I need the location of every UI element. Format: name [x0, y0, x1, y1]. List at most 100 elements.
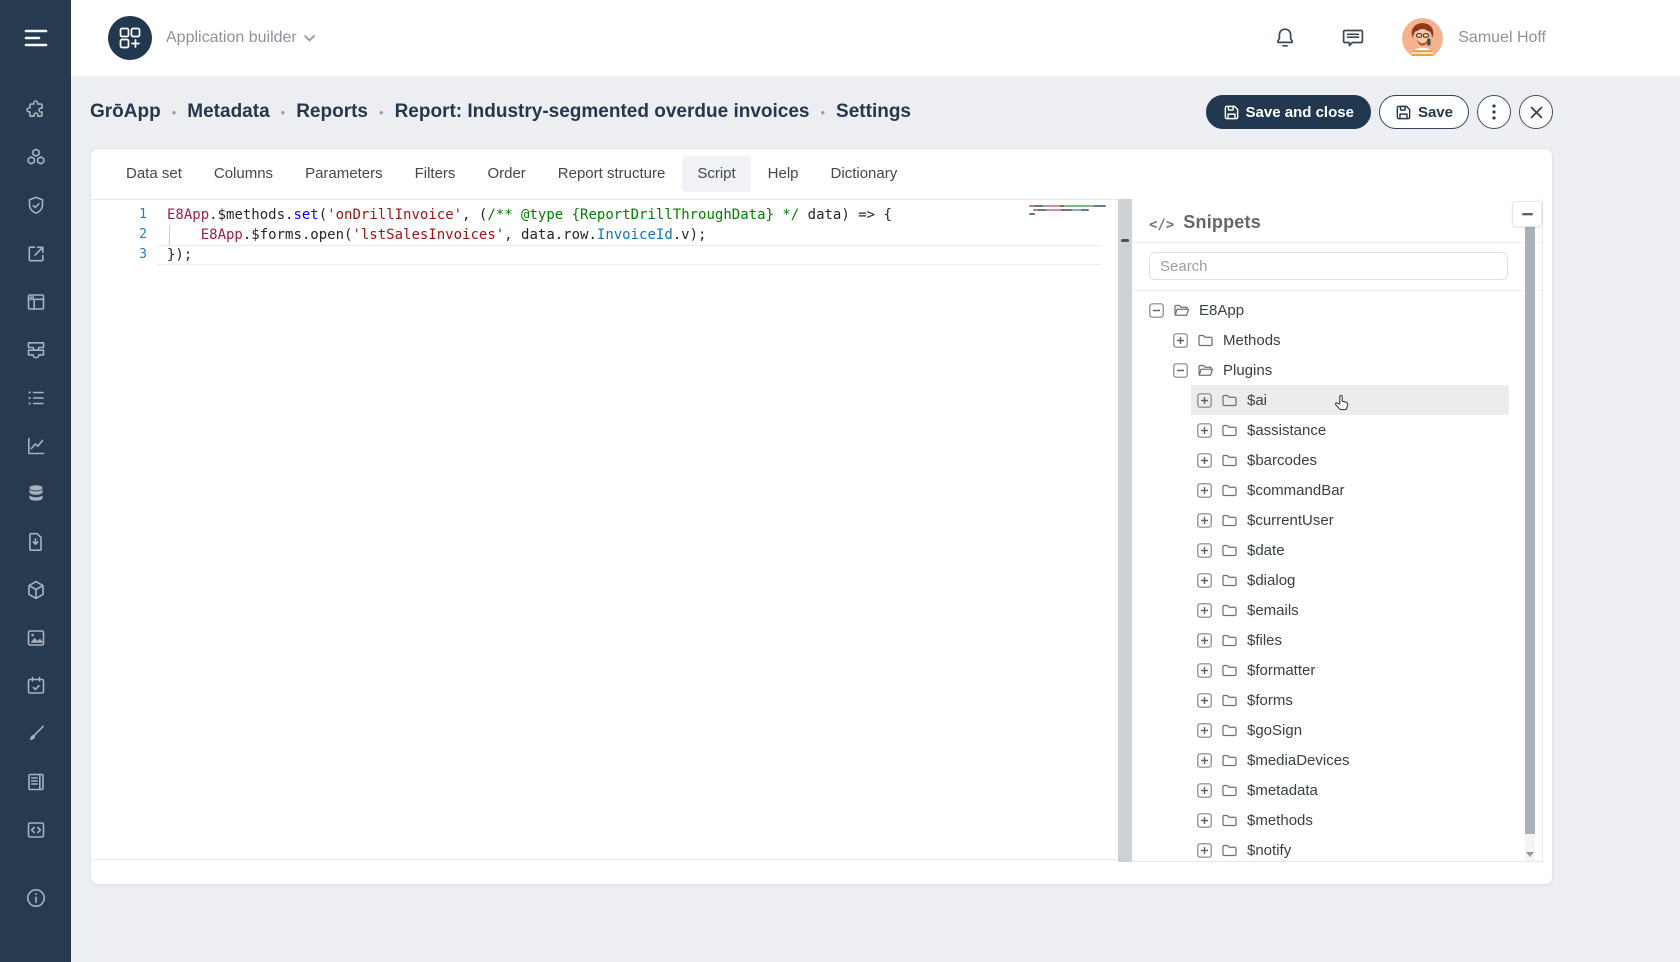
breadcrumb-item[interactable]: Report: Industry-segmented overdue invoi…	[395, 101, 810, 123]
tab-help[interactable]: Help	[753, 156, 814, 192]
calendar-check-icon[interactable]	[24, 674, 48, 698]
expand-icon[interactable]	[1197, 453, 1212, 468]
tree-item-ai[interactable]: $ai	[1191, 385, 1509, 415]
info-icon[interactable]	[24, 886, 48, 910]
expand-icon[interactable]	[1197, 843, 1212, 858]
image-icon[interactable]	[24, 626, 48, 650]
close-icon[interactable]	[1519, 95, 1553, 129]
expand-icon[interactable]	[1197, 633, 1212, 648]
code-line[interactable]: 1E8App.$methods.set('onDrillInvoice', (/…	[91, 205, 1118, 225]
expand-icon[interactable]	[1197, 423, 1212, 438]
expand-icon[interactable]	[1197, 573, 1212, 588]
app-logo[interactable]	[108, 16, 152, 60]
external-link-icon[interactable]	[24, 242, 48, 266]
tab-order[interactable]: Order	[472, 156, 540, 192]
tree-item-e8app[interactable]: E8App	[1132, 295, 1542, 325]
scrollbar-down-arrow-icon[interactable]	[1526, 852, 1534, 857]
collapse-panel-icon[interactable]	[1512, 201, 1542, 227]
app-title-label: Application builder	[166, 29, 297, 47]
tab-report-structure[interactable]: Report structure	[543, 156, 681, 192]
tree-item-metadata[interactable]: $metadata	[1132, 775, 1542, 805]
collapse-icon[interactable]	[1173, 363, 1188, 378]
expand-icon[interactable]	[1173, 333, 1188, 348]
user-avatar[interactable]	[1402, 18, 1443, 59]
hamburger-menu-icon[interactable]	[0, 0, 71, 76]
tree-item-files[interactable]: $files	[1132, 625, 1542, 655]
expand-icon[interactable]	[1197, 813, 1212, 828]
expand-icon[interactable]	[1197, 603, 1212, 618]
code-line[interactable]: 3});	[91, 245, 1118, 265]
article-icon[interactable]	[24, 770, 48, 794]
expand-icon[interactable]	[1197, 753, 1212, 768]
tree-item-formatter[interactable]: $formatter	[1132, 655, 1542, 685]
database-icon[interactable]	[24, 482, 48, 506]
expand-icon[interactable]	[1197, 663, 1212, 678]
expand-icon[interactable]	[1197, 483, 1212, 498]
cubes-icon[interactable]	[24, 146, 48, 170]
folder-icon	[1221, 483, 1238, 497]
expand-icon[interactable]	[1197, 783, 1212, 798]
expand-icon[interactable]	[1197, 543, 1212, 558]
tree-item-label: $dialog	[1247, 572, 1295, 589]
tree-item-barcodes[interactable]: $barcodes	[1132, 445, 1542, 475]
scrollbar-thumb[interactable]	[1525, 226, 1535, 834]
tree-item-forms[interactable]: $forms	[1132, 685, 1542, 715]
tree-item-notify[interactable]: $notify	[1132, 835, 1542, 859]
tree-item-emails[interactable]: $emails	[1132, 595, 1542, 625]
app-switcher[interactable]: Application builder	[166, 29, 315, 47]
save-and-close-button[interactable]: Save and close	[1206, 95, 1371, 129]
tree-item-date[interactable]: $date	[1132, 535, 1542, 565]
collapse-icon[interactable]	[1149, 303, 1164, 318]
tab-data-set[interactable]: Data set	[111, 156, 197, 192]
notifications-bell-icon[interactable]	[1272, 25, 1298, 51]
panel-splitter[interactable]	[1118, 199, 1132, 862]
breadcrumb-item[interactable]: GrōApp	[90, 101, 161, 123]
tree-item-currentuser[interactable]: $currentUser	[1132, 505, 1542, 535]
list-icon[interactable]	[24, 386, 48, 410]
expand-icon[interactable]	[1197, 393, 1212, 408]
tree-item-label: $commandBar	[1247, 482, 1345, 499]
tab-columns[interactable]: Columns	[199, 156, 288, 192]
tab-dictionary[interactable]: Dictionary	[816, 156, 913, 192]
tree-item-gosign[interactable]: $goSign	[1132, 715, 1542, 745]
tab-script[interactable]: Script	[682, 156, 750, 192]
card-content: 1E8App.$methods.set('onDrillInvoice', (/…	[91, 199, 1552, 885]
tree-item-methods[interactable]: Methods	[1132, 325, 1542, 355]
tree-item-assistance[interactable]: $assistance	[1132, 415, 1542, 445]
more-options-kebab-icon[interactable]	[1477, 95, 1511, 129]
snippets-search-input[interactable]	[1149, 252, 1508, 280]
code-editor[interactable]: 1E8App.$methods.set('onDrillInvoice', (/…	[91, 199, 1118, 860]
expand-icon[interactable]	[1197, 723, 1212, 738]
snippets-panel: </> Snippets E8AppMethodsPlugins$ai$assi…	[1132, 199, 1543, 862]
shield-check-icon[interactable]	[24, 194, 48, 218]
chart-line-icon[interactable]	[24, 434, 48, 458]
tree-item-plugins[interactable]: Plugins	[1132, 355, 1542, 385]
code-icon[interactable]	[24, 818, 48, 842]
layout-panel-icon[interactable]	[24, 290, 48, 314]
cube-icon[interactable]	[24, 578, 48, 602]
tab-parameters[interactable]: Parameters	[290, 156, 398, 192]
minimap[interactable]	[1029, 205, 1106, 217]
puzzle-icon[interactable]	[24, 98, 48, 122]
tree-item-dialog[interactable]: $dialog	[1132, 565, 1542, 595]
save-button[interactable]: Save	[1379, 95, 1469, 129]
inbox-stack-icon[interactable]	[24, 338, 48, 362]
folder-icon	[1221, 813, 1238, 827]
snippets-title: Snippets	[1183, 212, 1261, 233]
snippets-scrollbar[interactable]	[1525, 226, 1535, 861]
expand-icon[interactable]	[1197, 693, 1212, 708]
tree-item-methods[interactable]: $methods	[1132, 805, 1542, 835]
code-line[interactable]: 2 E8App.$forms.open('lstSalesInvoices', …	[91, 225, 1118, 245]
file-download-icon[interactable]	[24, 530, 48, 554]
tree-item-label: $goSign	[1247, 722, 1302, 739]
tree-item-mediadevices[interactable]: $mediaDevices	[1132, 745, 1542, 775]
tree-item-label: $barcodes	[1247, 452, 1317, 469]
tab-filters[interactable]: Filters	[400, 156, 471, 192]
breadcrumb-item[interactable]: Reports	[296, 101, 368, 123]
expand-icon[interactable]	[1197, 513, 1212, 528]
tree-item-commandbar[interactable]: $commandBar	[1132, 475, 1542, 505]
paintbrush-icon[interactable]	[24, 722, 48, 746]
code-lines[interactable]: 1E8App.$methods.set('onDrillInvoice', (/…	[91, 200, 1118, 265]
breadcrumb-item[interactable]: Metadata	[187, 101, 269, 123]
chat-icon[interactable]	[1340, 26, 1366, 51]
